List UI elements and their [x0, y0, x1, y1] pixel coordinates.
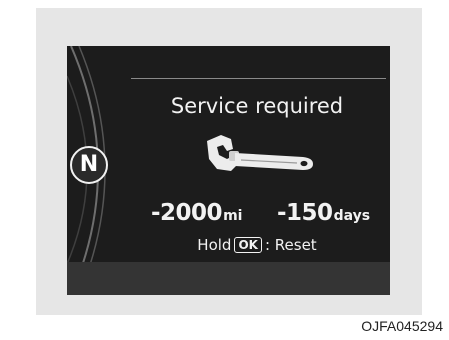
days-unit: days — [333, 208, 371, 224]
days-value: -150 — [277, 200, 333, 226]
ok-key-symbol: OK — [234, 237, 262, 253]
distance-unit: mi — [223, 208, 243, 224]
hint-suffix: : Reset — [264, 236, 317, 254]
service-title: Service required — [170, 94, 344, 118]
figure-caption: OJFA045294 — [361, 318, 443, 334]
divider-line — [131, 78, 386, 79]
reset-hint: Hold OK: Reset — [137, 236, 377, 254]
cluster-display: N Service required -2000mi -150days Hold… — [67, 46, 390, 295]
display-bottom-band — [67, 262, 390, 295]
distance-value: -2000 — [151, 200, 223, 226]
hint-prefix: Hold — [197, 236, 232, 254]
gear-indicator-letter: N — [79, 152, 99, 177]
days-remaining: -150days — [277, 200, 370, 226]
distance-remaining: -2000mi — [151, 200, 242, 226]
wrench-icon — [207, 135, 313, 171]
gear-indicator-badge: N — [70, 146, 108, 184]
